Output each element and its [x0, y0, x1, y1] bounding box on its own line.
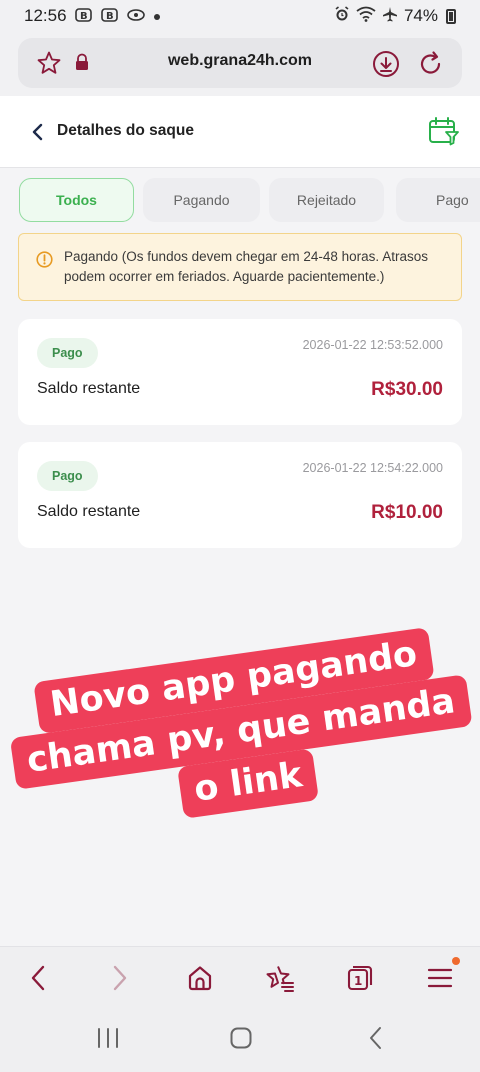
alarm-icon	[334, 5, 350, 27]
home-icon[interactable]	[182, 962, 218, 994]
dot-icon	[153, 6, 161, 26]
tab-todos[interactable]: Todos	[19, 178, 134, 222]
status-bar: 12:56 B B 74%	[0, 0, 480, 32]
tabs-count: 1	[354, 974, 362, 988]
recents-icon[interactable]	[96, 1026, 120, 1050]
download-icon[interactable]	[372, 50, 400, 83]
notification-b-icon: B	[74, 7, 93, 25]
battery-icon	[446, 8, 456, 24]
withdrawal-card[interactable]: Pago 2026-01-22 12:53:52.000 Saldo resta…	[18, 319, 462, 425]
withdrawal-label: Saldo restante	[37, 380, 141, 397]
back-chevron-icon[interactable]	[28, 122, 48, 147]
back-system-icon[interactable]	[368, 1026, 384, 1050]
status-tabs: Todos Pagando Rejeitado Pago	[0, 178, 480, 224]
withdrawal-amount: R$30.00	[371, 379, 443, 400]
bookmarks-icon[interactable]	[262, 962, 298, 994]
status-badge: Pago	[37, 461, 98, 491]
battery-percent: 74%	[403, 6, 438, 25]
calendar-filter-icon[interactable]	[428, 116, 460, 151]
notification-disc-icon	[126, 8, 145, 25]
overlay-caption: Novo app pagando chama pv, que manda o l…	[9, 625, 473, 853]
browser-toolbar: web.grana24h.com	[0, 32, 480, 96]
withdrawal-amount: R$10.00	[371, 502, 443, 523]
info-icon	[36, 251, 53, 273]
app-header: Detalhes do saque	[0, 96, 480, 168]
back-icon[interactable]	[20, 962, 56, 994]
status-time: 12:56	[24, 6, 67, 25]
menu-icon[interactable]	[422, 962, 458, 994]
url-bar[interactable]: web.grana24h.com	[18, 38, 462, 88]
forward-icon[interactable]	[102, 962, 138, 994]
svg-text:B: B	[106, 11, 114, 22]
notification-dot	[452, 957, 460, 965]
svg-text:B: B	[80, 11, 88, 22]
withdrawal-datetime: 2026-01-22 12:54:22.000	[302, 461, 443, 475]
withdrawal-card[interactable]: Pago 2026-01-22 12:54:22.000 Saldo resta…	[18, 442, 462, 548]
tab-rejeitado[interactable]: Rejeitado	[269, 178, 384, 222]
reload-icon[interactable]	[416, 49, 446, 84]
notification-b-icon: B	[100, 7, 119, 25]
home-circle-icon[interactable]	[229, 1026, 253, 1050]
page-title: Detalhes do saque	[57, 122, 194, 139]
tabs-icon[interactable]: 1	[342, 962, 378, 994]
status-badge: Pago	[37, 338, 98, 368]
system-nav-bar	[0, 1008, 480, 1072]
info-notice: Pagando (Os fundos devem chegar em 24-48…	[18, 233, 462, 301]
browser-bottom-nav: 1	[0, 946, 480, 1008]
wifi-icon	[356, 6, 376, 27]
notice-text: Pagando (Os fundos devem chegar em 24-48…	[64, 249, 428, 284]
tab-pagando[interactable]: Pagando	[143, 178, 260, 222]
airplane-icon	[382, 6, 398, 27]
withdrawal-datetime: 2026-01-22 12:53:52.000	[302, 338, 443, 352]
tab-pago[interactable]: Pago	[396, 178, 480, 222]
withdrawal-label: Saldo restante	[37, 503, 141, 520]
